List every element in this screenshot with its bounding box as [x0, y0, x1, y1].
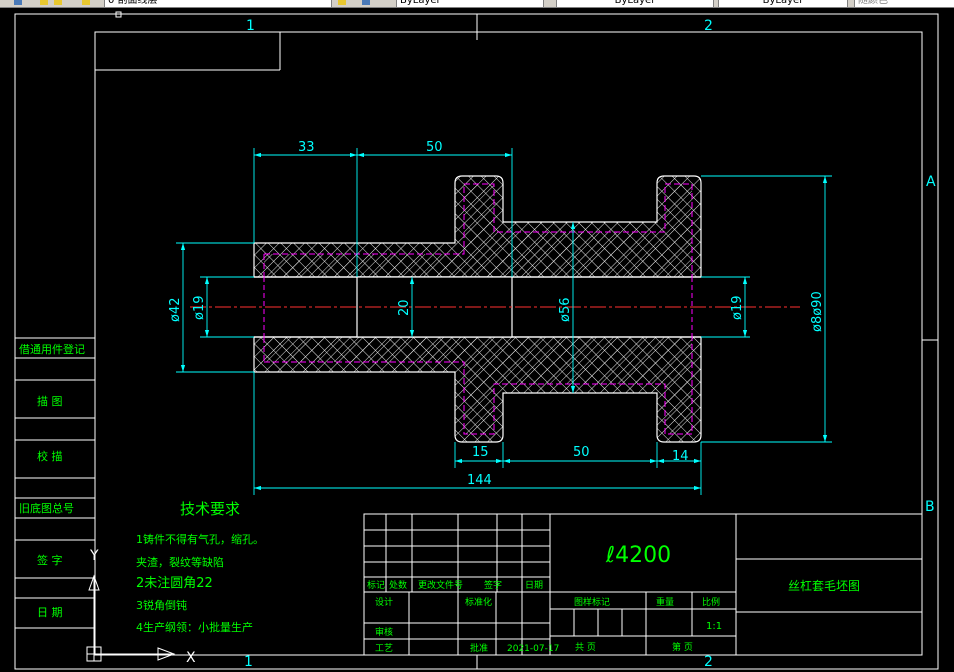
sun-icon[interactable] [54, 0, 62, 5]
dim-50-top: 50 [426, 140, 443, 155]
tb-h-process: 工艺 [375, 643, 393, 654]
tb-h-doc: 更改文件号 [418, 579, 463, 591]
tb-scale: 1:1 [706, 621, 722, 632]
tb-h-count: 处数 [389, 579, 407, 591]
tech-line-3: 2未注圆角22 [136, 576, 213, 591]
tb-part-name: 丝杠套毛坯图 [788, 578, 860, 593]
layer-manager-icon[interactable] [14, 0, 22, 5]
side-label-4: 旧底图总号 [19, 501, 74, 515]
tb-h-date: 日期 [525, 580, 543, 591]
dim-phi19-left: ø19 [192, 296, 207, 321]
part-section[interactable] [253, 175, 702, 443]
dim-144: 144 [467, 473, 492, 488]
dim-phi90: ø8ø90 [810, 291, 825, 332]
zone-label-bottom-1: 1 [244, 654, 253, 670]
side-label-1: 借通用件登记 [19, 342, 85, 356]
tech-title: 技术要求 [180, 500, 240, 518]
lightbulb-icon[interactable] [40, 0, 48, 5]
tech-line-5: 4生产纲领：小批量生产 [136, 620, 253, 634]
dim-14: 14 [672, 449, 689, 464]
dim-phi56: ø56 [558, 298, 573, 323]
lock-icon[interactable] [82, 0, 90, 5]
tb-h-sign: 签字 [484, 579, 502, 591]
side-label-6: 日 期 [37, 606, 63, 619]
tb-h-stage: 图样标记 [574, 596, 610, 608]
tb-h-total: 共 页 [575, 642, 596, 653]
make-current-icon[interactable] [338, 0, 346, 5]
layer-previous-icon[interactable] [362, 0, 370, 5]
tb-h-design: 设计 [375, 596, 393, 608]
side-label-column [15, 337, 95, 629]
tech-line-4: 3锐角倒钝 [136, 598, 187, 612]
tech-line-2: 夹渣，裂纹等缺陷 [136, 555, 224, 569]
tb-date: 2021-07-17 [507, 644, 559, 654]
tb-h-weight: 重量 [656, 596, 674, 608]
dim-33: 33 [298, 140, 315, 155]
zone-label-right-a: A [926, 174, 936, 190]
ucs-y-label: Y [89, 548, 99, 564]
tb-h-check: 审核 [375, 626, 393, 638]
tech-line-1: 1铸件不得有气孔，缩孔。 [136, 532, 264, 546]
zone-label-right-b: B [925, 499, 935, 515]
zone-label-top-2: 2 [704, 18, 713, 34]
side-label-3: 校 描 [37, 449, 63, 463]
zone-label-top-1: 1 [246, 18, 255, 34]
zone-label-bottom-2: 2 [704, 654, 713, 670]
drawing-canvas[interactable]: 1 2 1 2 A B 33 50 15 50 14 144 ø42 ø19 2… [0, 7, 954, 672]
dim-phi19-right: ø19 [730, 296, 745, 321]
side-label-2: 描 图 [37, 394, 63, 408]
side-label-5: 签 字 [37, 553, 63, 567]
dim-20: 20 [397, 299, 412, 316]
tb-h-scale: 比例 [702, 596, 720, 608]
dim-15: 15 [472, 445, 489, 460]
dim-50-bottom: 50 [573, 445, 590, 460]
tb-h-mark: 标记 [367, 579, 385, 591]
ucs-x-label: X [186, 650, 196, 666]
tb-h-page: 第 页 [672, 641, 693, 653]
tb-h-approve: 批准 [470, 642, 488, 654]
dim-phi42: ø42 [168, 298, 183, 323]
tb-material: ℓ4200 [605, 543, 671, 568]
tb-h-std: 标准化 [465, 596, 492, 608]
